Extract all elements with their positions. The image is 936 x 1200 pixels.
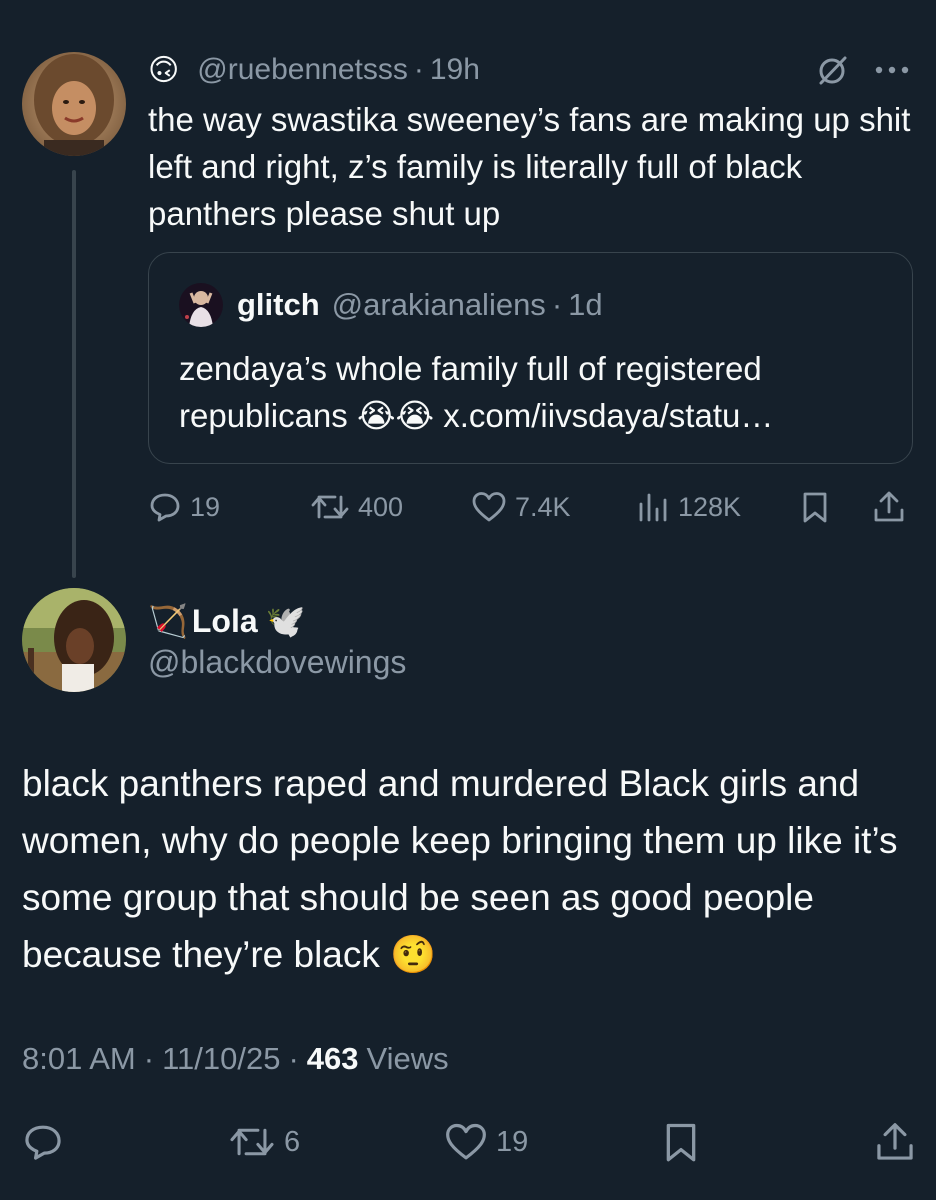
reply-icon — [25, 1125, 61, 1160]
bookmark-icon — [666, 1123, 696, 1162]
like-count: 7.4K — [515, 491, 571, 522]
reply-icon — [150, 493, 180, 522]
avatar-blackdovewings[interactable] — [22, 588, 126, 692]
like-button[interactable]: 7.4K — [471, 484, 571, 530]
name-suffix-emoji: 🕊️ — [265, 603, 306, 639]
separator-dot: · — [143, 1041, 155, 1076]
like-icon — [472, 492, 506, 522]
separator-dot: · — [551, 287, 563, 322]
reply-button[interactable]: 19 — [148, 484, 220, 530]
author-name: Lola — [191, 602, 258, 639]
tweet1-header: 🙃 @ruebennetsss · 19h — [148, 50, 480, 90]
repost-count: 400 — [358, 491, 404, 522]
tweet1-text: the way swastika sweeney’s fans are maki… — [148, 101, 911, 232]
bookmark-button[interactable] — [800, 484, 830, 530]
quoted-tweet-time[interactable]: 1d — [568, 287, 602, 323]
quoted-author-name[interactable]: glitch — [237, 287, 320, 323]
separator-dot: · — [413, 53, 424, 86]
like-button[interactable]: 19 — [444, 1115, 528, 1169]
reply-count: 19 — [190, 491, 221, 522]
quoted-tweet-text: zendaya’s whole family full of registere… — [179, 350, 774, 434]
avatar-ruebennetsss[interactable] — [22, 52, 126, 156]
views-count[interactable]: 463 — [307, 1041, 359, 1077]
tweet-date[interactable]: 11/10/25 — [162, 1041, 280, 1077]
repost-count: 6 — [284, 1125, 301, 1158]
tweet1-action-bar: 19 400 7.4K 128K — [148, 484, 918, 530]
tweet-time[interactable]: 19h — [430, 53, 480, 87]
thread-connector-line — [72, 170, 76, 578]
author-handle[interactable]: @blackdovewings — [148, 644, 406, 681]
tweet2-action-bar: 6 19 — [22, 1115, 922, 1169]
share-button[interactable] — [874, 1115, 916, 1169]
repost-icon — [311, 495, 349, 519]
muted-circle-icon[interactable] — [814, 52, 850, 88]
share-icon — [877, 1123, 913, 1160]
like-count: 19 — [496, 1125, 529, 1158]
repost-button[interactable]: 400 — [310, 484, 403, 530]
separator-dot: · — [288, 1041, 299, 1076]
tweet2-text: black panthers raped and murdered Black … — [22, 763, 898, 975]
tweet2-meta: 8:01 AM · 11/10/25 · 463 Views — [22, 1036, 449, 1082]
like-icon — [446, 1123, 486, 1160]
quoted-tweet-card[interactable]: glitch @arakianaliens · 1d zendaya’s who… — [148, 252, 913, 464]
share-button[interactable] — [872, 484, 906, 530]
share-icon — [874, 491, 904, 522]
views-button[interactable]: 128K — [636, 484, 741, 530]
views-label: Views — [366, 1041, 449, 1076]
quoted-author-handle[interactable]: @arakianaliens — [332, 287, 546, 323]
author-handle[interactable]: @ruebennetsss — [197, 53, 408, 87]
views-count: 128K — [678, 491, 742, 522]
tweet-time[interactable]: 8:01 AM — [22, 1041, 136, 1077]
author-badge-emoji: 🙃 — [148, 53, 180, 87]
views-icon — [639, 493, 667, 522]
tweet2-author-name[interactable]: 🏹 Lola 🕊️ — [148, 597, 305, 645]
more-icon[interactable] — [872, 58, 912, 82]
bookmark-button[interactable] — [662, 1115, 700, 1169]
bookmark-icon — [803, 492, 827, 523]
reply-button[interactable] — [22, 1115, 64, 1169]
repost-icon — [230, 1128, 274, 1156]
name-prefix-emoji: 🏹 — [148, 603, 188, 639]
quoted-tweet-header: glitch @arakianaliens · 1d — [179, 283, 603, 327]
avatar-glitch — [179, 283, 223, 327]
repost-button[interactable]: 6 — [228, 1115, 300, 1169]
